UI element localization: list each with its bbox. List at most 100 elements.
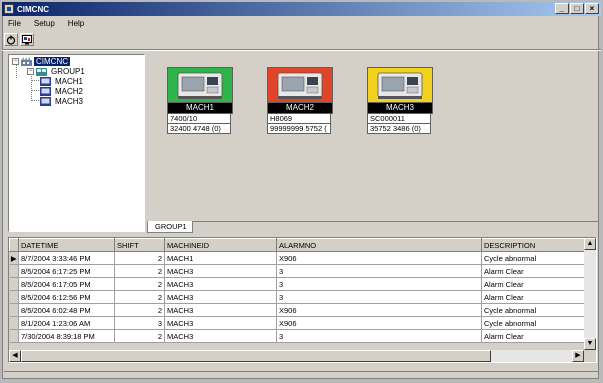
cell-shift[interactable]: 2 xyxy=(114,277,165,291)
tab-group1[interactable]: GROUP1 xyxy=(147,221,193,233)
alarm-grid[interactable]: DATETIME SHIFT MACHINEID ALARMNO DESCRIP… xyxy=(8,237,597,363)
scroll-down-arrow-icon[interactable]: ▼ xyxy=(584,338,596,350)
horizontal-scrollbar[interactable]: ◀ ▶ xyxy=(9,350,584,362)
cnc-machine-icon xyxy=(177,72,223,99)
vertical-scrollbar[interactable]: ▲ ▼ xyxy=(584,238,596,350)
machine-tree[interactable]: − CIMCNC − GROUP1 MACH1 MACH2 MACH3 xyxy=(8,54,145,232)
status-bar xyxy=(4,371,599,380)
scroll-right-arrow-icon[interactable]: ▶ xyxy=(572,350,584,362)
column-header-machineid[interactable]: MACHINEID xyxy=(164,238,277,252)
cell-description[interactable]: Alarm Clear xyxy=(481,264,587,278)
cell-shift[interactable]: 2 xyxy=(114,303,165,317)
toolbar xyxy=(4,33,34,46)
current-row-arrow-icon: ▶ xyxy=(9,251,19,265)
column-header-datetime[interactable]: DATETIME xyxy=(18,238,115,252)
collapse-toggle[interactable]: − xyxy=(12,57,19,65)
header-row: DATETIME SHIFT MACHINEID ALARMNO DESCRIP… xyxy=(9,238,587,252)
cell-alarmno[interactable]: 3 xyxy=(276,264,482,278)
maximize-button[interactable]: □ xyxy=(570,3,584,14)
cell-datetime[interactable]: 8/5/2004 6:17:05 PM xyxy=(18,277,115,291)
menu-help[interactable]: Help xyxy=(66,19,86,28)
cell-description[interactable]: Cycle abnormal xyxy=(481,303,587,317)
toolbar-separator xyxy=(2,49,601,51)
scroll-left-arrow-icon[interactable]: ◀ xyxy=(9,350,21,362)
cell-datetime[interactable]: 8/1/2004 1:23:06 AM xyxy=(18,316,115,330)
title-bar[interactable]: CIMCNC _ □ × xyxy=(2,2,601,16)
cell-alarmno[interactable]: 3 xyxy=(276,290,482,304)
table-row[interactable]: 8/5/2004 6:02:48 PM 2 MACH3 X906 Cycle abnor… xyxy=(9,303,587,317)
cell-description[interactable]: Alarm Clear xyxy=(481,290,587,304)
machine-icon xyxy=(40,96,51,106)
minimize-button[interactable]: _ xyxy=(555,3,569,14)
menu-setup[interactable]: Setup xyxy=(32,19,57,28)
group-canvas: MACH1 7400/10 32400 4748 (0) MACH2 H8069… xyxy=(146,52,594,220)
cell-alarmno[interactable]: 3 xyxy=(276,329,482,343)
connect-button[interactable] xyxy=(4,33,18,46)
cell-shift[interactable]: 2 xyxy=(114,290,165,304)
menu-file[interactable]: File xyxy=(6,19,23,28)
table-row[interactable]: 7/30/2004 8:39:18 PM 2 MACH3 3 Alarm Clear xyxy=(9,329,587,343)
cell-machineid[interactable]: MACH3 xyxy=(164,316,277,330)
machine-card-mach3[interactable]: MACH3 SC000011 35752 3486 (0) xyxy=(367,67,433,134)
cell-description[interactable]: Cycle abnormal xyxy=(481,251,587,265)
cell-machineid[interactable]: MACH3 xyxy=(164,329,277,343)
cell-alarmno[interactable]: X906 xyxy=(276,251,482,265)
machine-status-image xyxy=(367,67,433,103)
cell-datetime[interactable]: 8/7/2004 3:33:46 PM xyxy=(18,251,115,265)
cell-datetime[interactable]: 8/5/2004 6:17:25 PM xyxy=(18,264,115,278)
cell-datetime[interactable]: 7/30/2004 8:39:18 PM xyxy=(18,329,115,343)
cell-machineid[interactable]: MACH3 xyxy=(164,264,277,278)
cell-description[interactable]: Alarm Clear xyxy=(481,277,587,291)
tree-node-root[interactable]: − CIMCNC xyxy=(12,56,70,66)
collapse-toggle[interactable]: − xyxy=(27,67,34,75)
column-header-alarmno[interactable]: ALARMNO xyxy=(276,238,482,252)
machine-name: MACH2 xyxy=(267,103,333,114)
scroll-up-arrow-icon[interactable]: ▲ xyxy=(584,238,596,250)
tree-node-mach1[interactable]: MACH1 xyxy=(40,76,85,86)
tree-node-group[interactable]: − GROUP1 xyxy=(27,66,87,76)
machine-program: 7400/10 xyxy=(167,114,231,124)
table-row[interactable]: 8/5/2004 6:17:25 PM 2 MACH3 3 Alarm Clear xyxy=(9,264,587,278)
app-icon xyxy=(4,4,14,14)
table-row[interactable]: 8/1/2004 1:23:06 AM 3 MACH3 X906 Cycle abnor… xyxy=(9,316,587,330)
cell-alarmno[interactable]: X906 xyxy=(276,316,482,330)
column-header-description[interactable]: DESCRIPTION xyxy=(481,238,587,252)
cell-description[interactable]: Cycle abnormal xyxy=(481,316,587,330)
cell-datetime[interactable]: 8/5/2004 6:02:48 PM xyxy=(18,303,115,317)
menu-bar: File Setup Help xyxy=(6,19,86,28)
table-row[interactable]: 8/5/2004 6:17:05 PM 2 MACH3 3 Alarm Clear xyxy=(9,277,587,291)
cell-shift[interactable]: 3 xyxy=(114,316,165,330)
cell-machineid[interactable]: MACH3 xyxy=(164,290,277,304)
cell-description[interactable]: Alarm Clear xyxy=(481,329,587,343)
close-button[interactable]: × xyxy=(585,3,599,14)
monitor-button[interactable] xyxy=(20,33,34,46)
machine-card-mach1[interactable]: MACH1 7400/10 32400 4748 (0) xyxy=(167,67,233,134)
tree-group-label: GROUP1 xyxy=(51,66,85,76)
machine-program: SC000011 xyxy=(367,114,431,124)
tree-node-mach3[interactable]: MACH3 xyxy=(40,96,85,106)
cell-datetime[interactable]: 8/5/2004 6:12:56 PM xyxy=(18,290,115,304)
cell-shift[interactable]: 2 xyxy=(114,329,165,343)
cell-machineid[interactable]: MACH3 xyxy=(164,303,277,317)
cell-machineid[interactable]: MACH3 xyxy=(164,277,277,291)
tree-line xyxy=(31,80,39,81)
machine-status-image xyxy=(167,67,233,103)
cell-alarmno[interactable]: 3 xyxy=(276,277,482,291)
cell-machineid[interactable]: MACH1 xyxy=(164,251,277,265)
machine-card-mach2[interactable]: MACH2 H8069 99999999 5752 ( xyxy=(267,67,333,134)
tab-strip-line xyxy=(193,221,599,222)
table-row[interactable]: ▶ 8/7/2004 3:33:46 PM 2 MACH1 X906 Cycle abno… xyxy=(9,251,587,265)
tree-node-mach2[interactable]: MACH2 xyxy=(40,86,85,96)
column-header-shift[interactable]: SHIFT xyxy=(114,238,165,252)
cell-alarmno[interactable]: X906 xyxy=(276,303,482,317)
machine-name: MACH1 xyxy=(167,103,233,114)
row-indicator xyxy=(9,264,19,278)
horizontal-scroll-thumb[interactable] xyxy=(21,350,491,362)
row-indicator xyxy=(9,290,19,304)
table-row[interactable]: 8/5/2004 6:12:56 PM 2 MACH3 3 Alarm Clear xyxy=(9,290,587,304)
cell-shift[interactable]: 2 xyxy=(114,264,165,278)
cell-shift[interactable]: 2 xyxy=(114,251,165,265)
machine-program: H8069 xyxy=(267,114,331,124)
tree-line xyxy=(31,100,39,101)
machine-status-image xyxy=(267,67,333,103)
